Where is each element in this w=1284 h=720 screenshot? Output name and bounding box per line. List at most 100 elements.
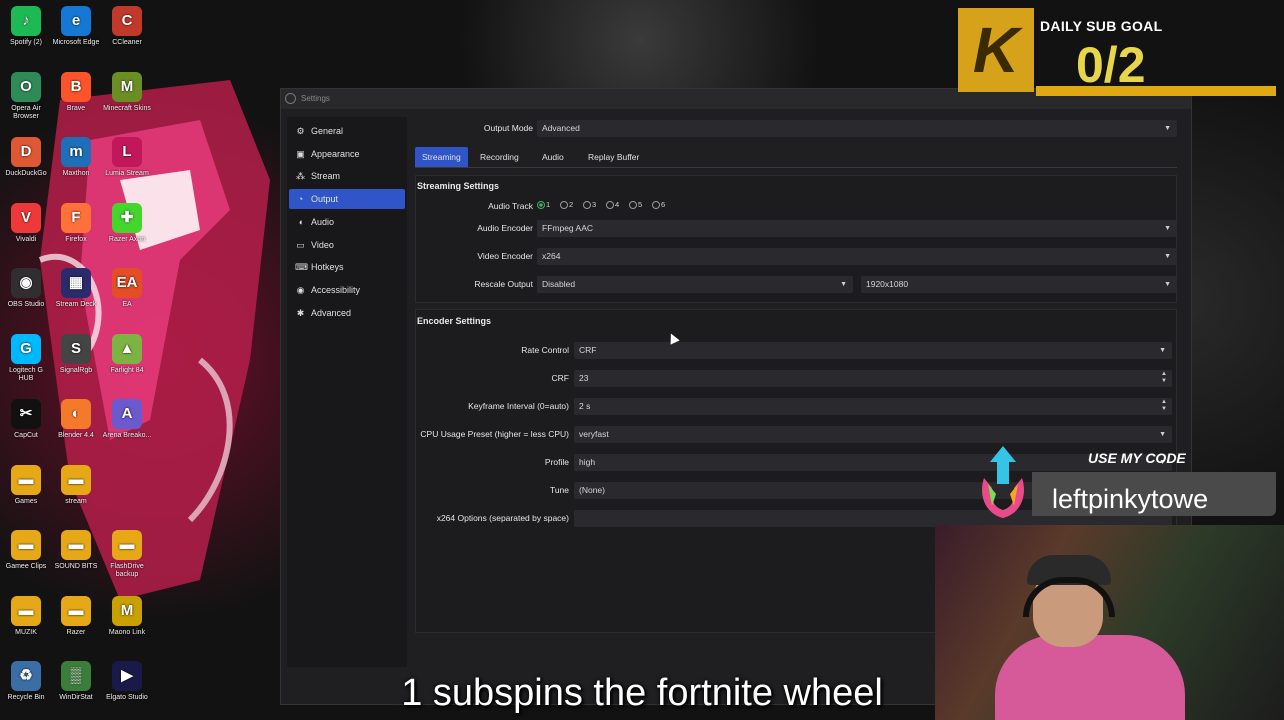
video-encoder-select[interactable]: x264 ▼	[537, 248, 1177, 265]
settings-sidebar: ⚙ General ▣ Appearance ⁂ Stream ◔ Output ◖ Audio ▭…	[287, 117, 407, 667]
sidebar-item-output[interactable]: ◔ Output	[289, 189, 405, 210]
desktop-icon[interactable]: ▬ Games	[1, 463, 51, 506]
sidebar-item-audio[interactable]: ◖ Audio	[289, 212, 405, 232]
tab-divider	[415, 167, 1177, 168]
desktop-icon[interactable]: M Minecraft Skins	[102, 70, 152, 113]
desktop-icon[interactable]: G Logitech G HUB	[1, 332, 51, 383]
app-icon: m	[61, 137, 91, 167]
streaming-settings-title: Streaming Settings	[417, 181, 500, 191]
sub-goal-title: DAILY SUB GOAL	[1040, 18, 1163, 34]
creator-code-title: USE MY CODE	[1088, 450, 1186, 466]
desktop-icon[interactable]: ▬ Gamee Clips	[1, 528, 51, 571]
tab-replay-buffer[interactable]: Replay Buffer	[581, 147, 646, 167]
rate-control-select[interactable]: CRF ▼	[574, 342, 1172, 359]
sidebar-item-stream[interactable]: ⁂ Stream	[289, 166, 405, 186]
sidebar-item-appearance[interactable]: ▣ Appearance	[289, 144, 405, 164]
desktop-icon[interactable]: ▬ MUZIK	[1, 594, 51, 637]
desktop-icon[interactable]: F Firefox	[51, 201, 101, 244]
audio-track-number: 1	[546, 200, 551, 209]
rescale-resolution-select[interactable]: 1920x1080 ▼	[861, 276, 1177, 293]
audio-encoder-select[interactable]: FFmpeg AAC ▼	[537, 220, 1177, 237]
app-icon: ✚	[112, 202, 142, 233]
app-icon: A	[112, 399, 142, 429]
desktop-icon-label: EA	[122, 301, 132, 308]
desktop-icon[interactable]: ◉ OBS Studio	[1, 266, 51, 309]
audio-track-radio[interactable]: 3	[583, 200, 597, 210]
app-icon: V	[11, 202, 41, 233]
spin-arrows-icon[interactable]: ▲ ▼	[1161, 399, 1167, 413]
spin-arrows-icon[interactable]: ▲ ▼	[1161, 371, 1167, 385]
app-icon: ▬	[61, 530, 91, 560]
crf-spinbox[interactable]: 23 ▲ ▼	[574, 370, 1172, 387]
rescale-output-label: Rescale Output	[474, 279, 533, 289]
desktop-icon[interactable]: ▬ Razer	[51, 594, 101, 637]
radio-icon	[560, 201, 568, 210]
desktop-icon[interactable]: M Maono Link	[102, 594, 152, 637]
desktop-icon-label: Logitech G HUB	[9, 366, 43, 382]
desktop-icon[interactable]: ▲ Farlight 84	[102, 332, 152, 375]
audio-track-radio[interactable]: 6	[652, 200, 665, 210]
app-icon: ◐	[61, 399, 91, 429]
desktop-icon[interactable]: C CCleaner	[102, 4, 152, 47]
desktop-icon[interactable]: m Maxthon	[51, 135, 101, 178]
app-icon: S	[61, 333, 91, 364]
video-icon: ▭	[296, 239, 305, 250]
desktop-icon[interactable]: L Lumia Stream	[102, 135, 152, 178]
tab-streaming[interactable]: Streaming	[415, 147, 468, 167]
audio-track-radio[interactable]: 1	[537, 200, 551, 210]
audio-track-number: 3	[592, 200, 597, 209]
rescale-output-select[interactable]: Disabled ▼	[537, 276, 853, 293]
desktop-icon[interactable]: D DuckDuckGo	[1, 135, 51, 178]
keyframe-interval-spinbox[interactable]: 2 s ▲ ▼	[574, 398, 1172, 415]
app-icon: ▦	[61, 268, 91, 298]
desktop-icon[interactable]: ♪ Spotify (2)	[1, 4, 51, 47]
app-icon: EA	[112, 268, 142, 298]
channel-logo: K	[958, 8, 1034, 92]
sidebar-item-advanced[interactable]: ✱ Advanced	[289, 303, 405, 323]
desktop-icon[interactable]: O Opera Air Browser	[1, 70, 51, 121]
sidebar-item-general[interactable]: ⚙ General	[289, 121, 405, 141]
desktop-icon[interactable]: A Arena Breako...	[102, 397, 152, 440]
app-icon: F	[61, 202, 91, 233]
app-icon: M	[112, 71, 142, 102]
desktop-icon-label: Brave	[66, 104, 86, 112]
desktop-icon[interactable]: S SignalRgb	[51, 332, 101, 375]
cpu-preset-value: veryfast	[579, 429, 609, 439]
app-icon: L	[112, 137, 142, 167]
desktop-icon[interactable]: ▬ SOUND BITS	[51, 528, 101, 571]
sub-goal-bar	[1036, 86, 1276, 96]
desktop-icon[interactable]: ▬ FlashDrive backup	[102, 528, 152, 579]
audio-track-radio[interactable]: 4	[606, 200, 619, 210]
appearance-icon: ▣	[296, 148, 305, 159]
rescale-output-value: Disabled	[542, 279, 576, 289]
cpu-preset-label: CPU Usage Preset (higher = less CPU)	[420, 429, 569, 439]
desktop-icon-label: Microsoft Edge	[52, 39, 100, 46]
desktop-icon-label: Blender 4.4	[58, 432, 94, 439]
desktop-icon-label: Minecraft Skins	[103, 104, 151, 112]
tab-recording[interactable]: Recording	[473, 147, 526, 167]
desktop-icon[interactable]: ✂ CapCut	[1, 397, 51, 440]
tab-audio[interactable]: Audio	[535, 147, 571, 167]
desktop-icon-label: Firefox	[65, 235, 87, 243]
audio-track-radio[interactable]: 2	[560, 200, 573, 210]
output-mode-select[interactable]: Advanced ▼	[537, 120, 1177, 137]
app-icon: O	[11, 71, 41, 102]
desktop-icon[interactable]: EA EA	[102, 266, 152, 309]
desktop-icon[interactable]: ✚ Razer Axon	[102, 201, 152, 244]
chevron-down-icon: ▼	[1164, 125, 1171, 132]
desktop-icon-label: SignalRgb	[59, 366, 93, 374]
desktop-icon-label: SOUND BITS	[54, 563, 98, 570]
desktop-icon[interactable]: ▬ stream	[51, 463, 101, 506]
desktop-icon[interactable]: B Brave	[51, 70, 101, 113]
advanced-icon: ✱	[296, 307, 305, 318]
sidebar-item-video[interactable]: ▭ Video	[289, 235, 405, 255]
video-encoder-label: Video Encoder	[477, 251, 533, 261]
desktop-icon[interactable]: ▦ Stream Deck	[51, 266, 101, 309]
desktop-icon[interactable]: ◐ Blender 4.4	[51, 397, 101, 440]
sidebar-item-hotkeys[interactable]: ⌨ Hotkeys	[289, 257, 405, 277]
sidebar-item-accessibility[interactable]: ◉ Accessibility	[289, 280, 405, 300]
audio-track-radio[interactable]: 5	[629, 200, 642, 210]
audio-encoder-label: Audio Encoder	[477, 223, 533, 233]
desktop-icon[interactable]: e Microsoft Edge	[51, 4, 101, 47]
desktop-icon[interactable]: V Vivaldi	[1, 201, 51, 244]
